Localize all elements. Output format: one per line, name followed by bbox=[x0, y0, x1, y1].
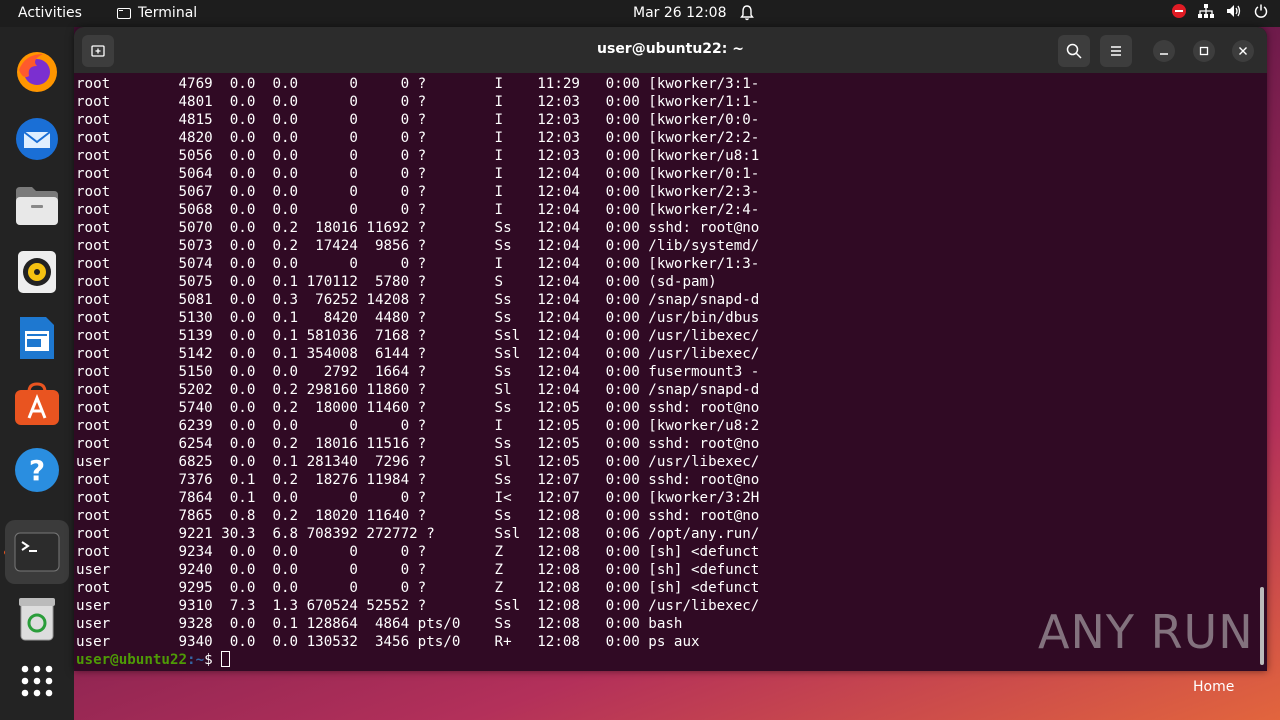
maximize-icon bbox=[1199, 46, 1209, 56]
terminal-line: root 7865 0.8 0.2 18020 11640 ? Ss 12:08… bbox=[76, 508, 760, 524]
prompt-user: user@ubuntu22 bbox=[76, 652, 188, 668]
terminal-line: root 4815 0.0 0.0 0 0 ? I 12:03 0:00 [kw… bbox=[76, 112, 760, 128]
volume-icon[interactable] bbox=[1226, 4, 1242, 18]
terminal-line: root 5740 0.0 0.2 18000 11460 ? Ss 12:05… bbox=[76, 400, 760, 416]
watermark-text: ANY RUN bbox=[1038, 605, 1254, 659]
text-cursor bbox=[221, 651, 231, 667]
system-tray[interactable] bbox=[1172, 4, 1268, 18]
top-bar: Activities Terminal Mar 26 12:08 bbox=[0, 0, 1280, 27]
close-button[interactable] bbox=[1232, 40, 1254, 62]
terminal-icon[interactable] bbox=[5, 520, 69, 584]
terminal-line: root 5073 0.0 0.2 17424 9856 ? Ss 12:04 … bbox=[76, 238, 760, 254]
terminal-window: user@ubuntu22: ~ root 4769 0.0 0.0 0 0 ?… bbox=[74, 27, 1267, 671]
minimize-button[interactable] bbox=[1153, 40, 1175, 62]
terminal-line: root 5075 0.0 0.1 170112 5780 ? S 12:04 … bbox=[76, 274, 717, 290]
terminal-line: root 5081 0.0 0.3 76252 14208 ? Ss 12:04… bbox=[76, 292, 760, 308]
terminal-line: user 6825 0.0 0.1 281340 7296 ? Sl 12:05… bbox=[76, 454, 760, 470]
terminal-line: root 5130 0.0 0.1 8420 4480 ? Ss 12:04 0… bbox=[76, 310, 760, 326]
terminal-line: root 7864 0.1 0.0 0 0 ? I< 12:07 0:00 [k… bbox=[76, 490, 760, 506]
firefox-icon[interactable] bbox=[13, 48, 61, 96]
record-indicator-icon[interactable] bbox=[1172, 4, 1186, 18]
terminal-line: root 4769 0.0 0.0 0 0 ? I 11:29 0:00 [kw… bbox=[76, 76, 760, 92]
files-icon[interactable] bbox=[13, 182, 61, 230]
menu-button[interactable] bbox=[1100, 35, 1132, 67]
terminal-line: root 5150 0.0 0.0 2792 1664 ? Ss 12:04 0… bbox=[76, 364, 760, 380]
network-icon[interactable] bbox=[1198, 4, 1214, 18]
minimize-icon bbox=[1160, 53, 1168, 55]
prompt-symbol: $ bbox=[204, 652, 222, 668]
search-icon bbox=[1066, 43, 1082, 59]
help-icon[interactable]: ? bbox=[13, 446, 61, 494]
terminal-line: root 6254 0.0 0.2 18016 11516 ? Ss 12:05… bbox=[76, 436, 760, 452]
anyrun-watermark: ANY RUN bbox=[1038, 605, 1254, 659]
clock[interactable]: Mar 26 12:08 bbox=[633, 5, 726, 21]
terminal-line: root 5056 0.0 0.0 0 0 ? I 12:03 0:00 [kw… bbox=[76, 148, 760, 164]
terminal-line: root 5139 0.0 0.1 581036 7168 ? Ssl 12:0… bbox=[76, 328, 760, 344]
svg-text:?: ? bbox=[29, 454, 45, 487]
terminal-line: root 5067 0.0 0.0 0 0 ? I 12:04 0:00 [kw… bbox=[76, 184, 760, 200]
power-icon[interactable] bbox=[1254, 4, 1268, 18]
terminal-line: root 5202 0.0 0.2 298160 11860 ? Sl 12:0… bbox=[76, 382, 760, 398]
terminal-line: root 9221 30.3 6.8 708392 272772 ? Ssl 1… bbox=[76, 526, 760, 542]
terminal-line: root 6239 0.0 0.0 0 0 ? I 12:05 0:00 [kw… bbox=[76, 418, 760, 434]
terminal-output[interactable]: root 4769 0.0 0.0 0 0 ? I 11:29 0:00 [kw… bbox=[76, 75, 1256, 671]
terminal-line: root 4820 0.0 0.0 0 0 ? I 12:03 0:00 [kw… bbox=[76, 130, 760, 146]
app-center-icon[interactable] bbox=[13, 380, 61, 428]
show-apps-icon[interactable] bbox=[13, 657, 61, 705]
close-icon bbox=[1239, 47, 1247, 55]
search-button[interactable] bbox=[1058, 35, 1090, 67]
terminal-line: root 9295 0.0 0.0 0 0 ? Z 12:08 0:00 [sh… bbox=[76, 580, 760, 596]
app-menu[interactable]: Terminal bbox=[117, 5, 197, 21]
rhythmbox-icon[interactable] bbox=[13, 248, 61, 296]
terminal-line: root 5074 0.0 0.0 0 0 ? I 12:04 0:00 [kw… bbox=[76, 256, 760, 272]
title-bar[interactable]: user@ubuntu22: ~ bbox=[74, 27, 1267, 73]
app-menu-label: Terminal bbox=[138, 5, 198, 21]
terminal-line: root 9234 0.0 0.0 0 0 ? Z 12:08 0:00 [sh… bbox=[76, 544, 760, 560]
thunderbird-icon[interactable] bbox=[13, 115, 61, 163]
terminal-line: root 5142 0.0 0.1 354008 6144 ? Ssl 12:0… bbox=[76, 346, 760, 362]
prompt-path: :~ bbox=[187, 652, 205, 668]
activities-button[interactable]: Activities bbox=[18, 5, 82, 21]
scrollbar[interactable] bbox=[1260, 587, 1264, 665]
terminal-line: root 7376 0.1 0.2 18276 11984 ? Ss 12:07… bbox=[76, 472, 760, 488]
terminal-line: root 5064 0.0 0.0 0 0 ? I 12:04 0:00 [kw… bbox=[76, 166, 760, 182]
home-desktop-label[interactable]: Home bbox=[1193, 679, 1234, 695]
hamburger-icon bbox=[1111, 46, 1121, 56]
trash-icon[interactable] bbox=[13, 595, 61, 643]
terminal-line: root 4801 0.0 0.0 0 0 ? I 12:03 0:00 [kw… bbox=[76, 94, 760, 110]
terminal-line: root 5070 0.0 0.2 18016 11692 ? Ss 12:04… bbox=[76, 220, 760, 236]
terminal-app-icon bbox=[117, 7, 131, 19]
bell-icon bbox=[740, 5, 754, 21]
terminal-line: user 9240 0.0 0.0 0 0 ? Z 12:08 0:00 [sh… bbox=[76, 562, 760, 578]
terminal-line: root 5068 0.0 0.0 0 0 ? I 12:04 0:00 [kw… bbox=[76, 202, 760, 218]
writer-icon[interactable] bbox=[13, 314, 61, 362]
dock: ? bbox=[0, 27, 74, 720]
maximize-button[interactable] bbox=[1193, 40, 1215, 62]
